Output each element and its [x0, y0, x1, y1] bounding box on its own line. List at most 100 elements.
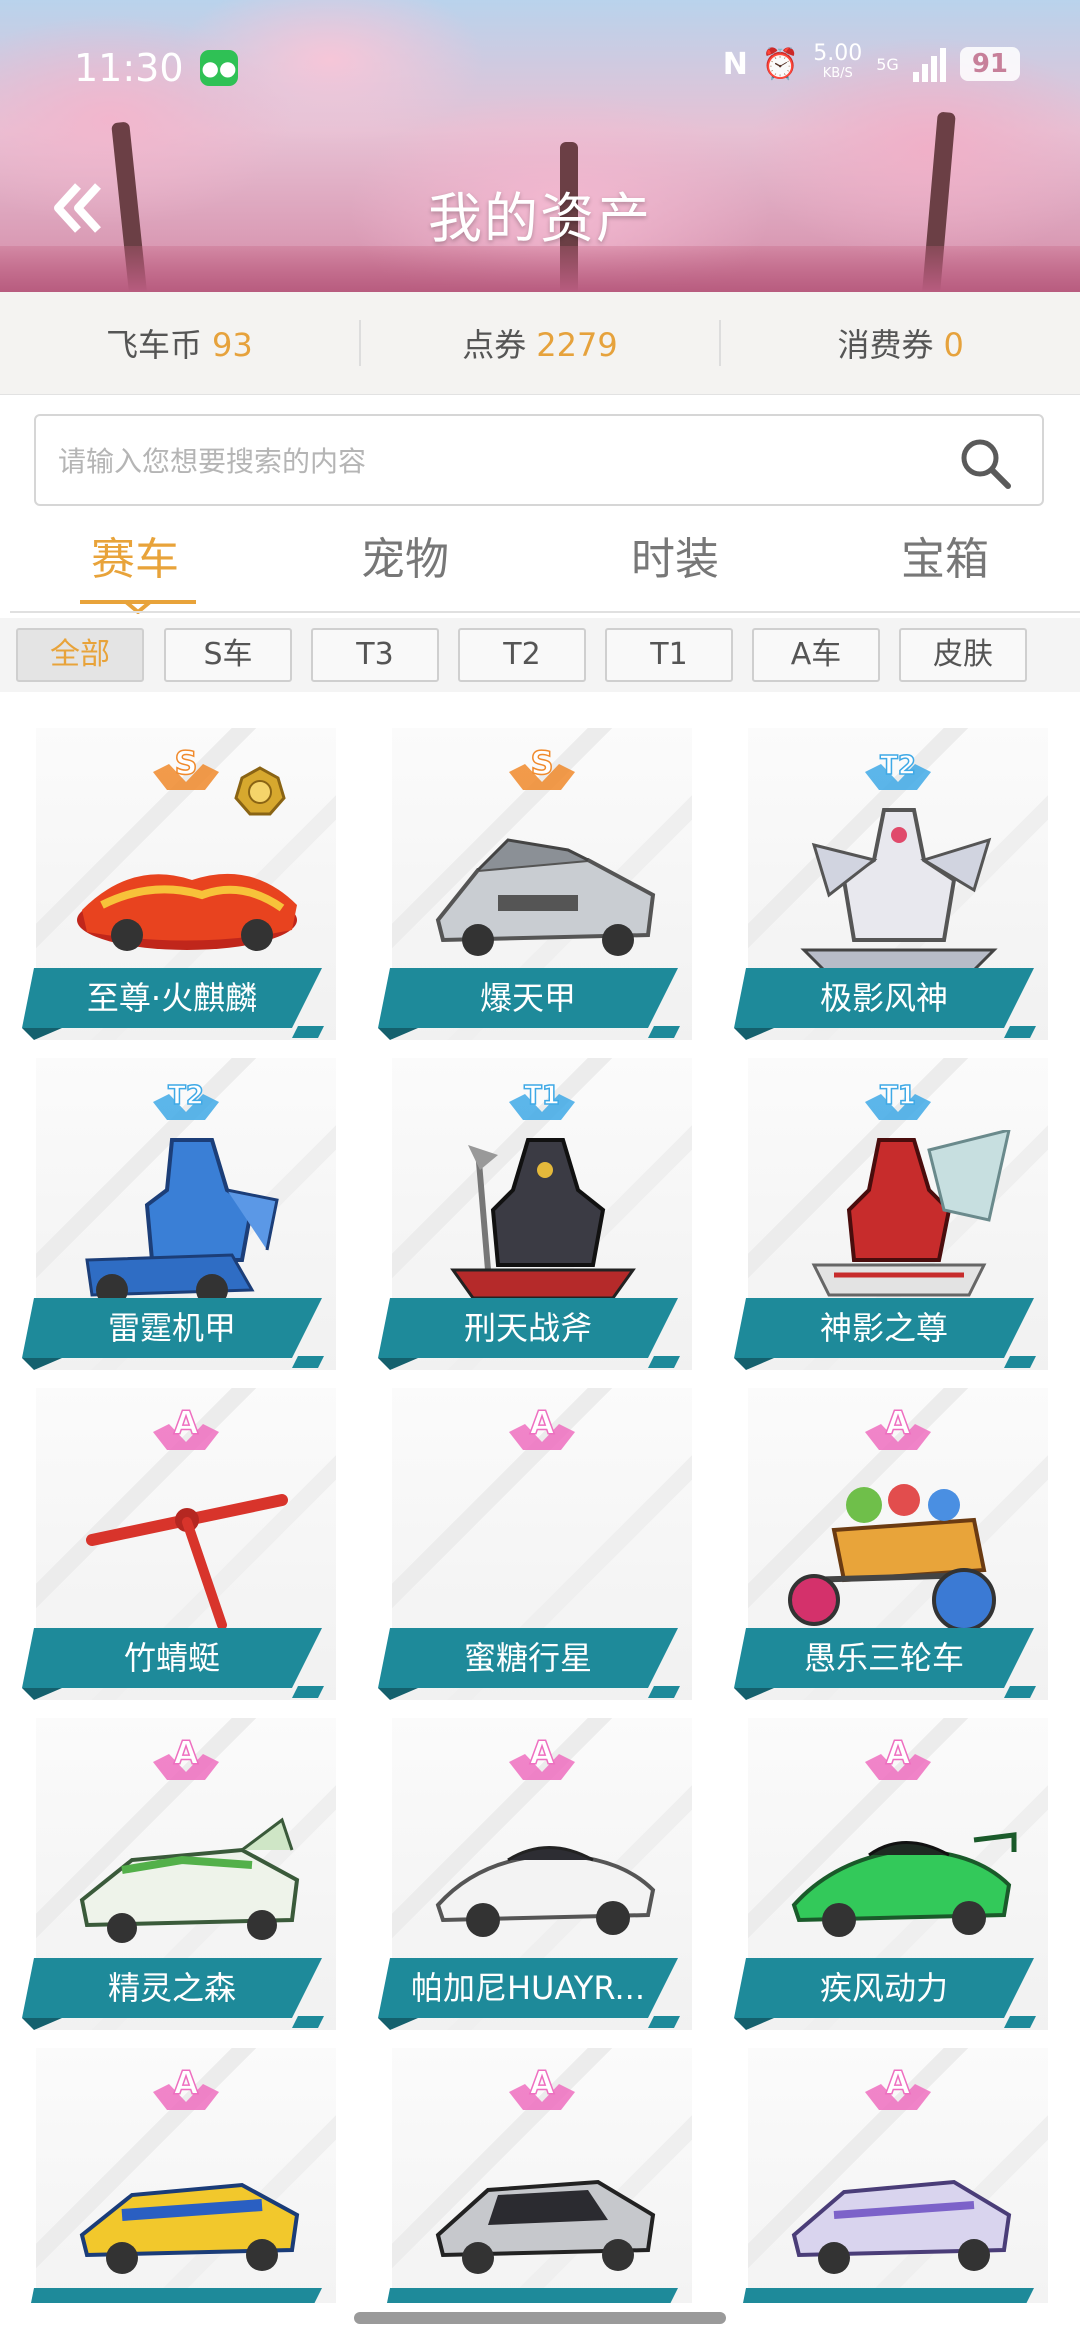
silver-black-racer-image — [435, 2179, 656, 2274]
green-white-racer-image — [79, 1817, 300, 1943]
svg-text:A: A — [174, 1734, 199, 1772]
rank-badge-icon: S — [509, 743, 575, 790]
car-card[interactable]: A 精灵之森 — [22, 1718, 336, 2030]
currency-bar: 飞车币 93 点券 2279 消费券 0 — [0, 292, 1080, 395]
header-banner: 11:30 ●● N ⏰ 5.00 KB/S 5G 91 我的资产 — [0, 0, 1080, 292]
car-card[interactable]: A 疾风动力 — [734, 1718, 1048, 2030]
net-speed: 5.00 KB/S — [813, 41, 863, 84]
white-mecha-car-image — [800, 808, 998, 970]
car-card[interactable]: A — [734, 2048, 1048, 2303]
rank-badge-icon: T1 — [865, 1080, 931, 1120]
home-indicator[interactable] — [354, 2312, 726, 2324]
car-card[interactable]: A 竹蜻蜓 — [22, 1388, 336, 1700]
svg-text:A: A — [886, 1404, 911, 1442]
network-type: 5G — [876, 54, 899, 74]
dark-mecha-car-image — [450, 1138, 636, 1300]
car-name — [378, 2288, 678, 2303]
car-name: 帕加尼HUAYR... — [410, 1969, 646, 2007]
wechat-icon: ●● — [200, 50, 238, 86]
tab-chests[interactable]: 宝箱 — [810, 520, 1080, 612]
filter-a-car[interactable]: A车 — [752, 628, 880, 682]
car-name: 愚乐三轮车 — [803, 1639, 964, 1677]
filter-all[interactable]: 全部 — [16, 628, 144, 682]
currency-vouchers: 消费券 0 — [721, 320, 1080, 366]
rank-badge-icon: A — [865, 1733, 931, 1780]
car-card[interactable]: A — [378, 2048, 692, 2303]
car-card[interactable]: S 至尊·火麒麟 — [22, 728, 336, 1040]
svg-text:A: A — [886, 1734, 911, 1772]
svg-text:S: S — [530, 744, 553, 782]
car-name: 竹蜻蜓 — [123, 1639, 220, 1677]
search-icon[interactable] — [958, 436, 1012, 490]
car-name: 神影之尊 — [819, 1309, 948, 1347]
car-name: 至尊·火麒麟 — [86, 979, 258, 1017]
currency-coins: 飞车币 93 — [0, 320, 359, 366]
svg-text:A: A — [530, 1404, 555, 1442]
filter-s-car[interactable]: S车 — [164, 628, 292, 682]
toy-tricycle-image — [788, 1484, 996, 1630]
search-box — [34, 414, 1044, 506]
alarm-icon: ⏰ — [761, 46, 800, 82]
filter-skin[interactable]: 皮肤 — [899, 628, 1027, 682]
tabs-divider — [10, 611, 1080, 613]
item-grid: S 至尊·火麒麟 S 爆天甲 T2 极影风神 T2 雷霆机甲 T1 刑天战斧 T1 神影之尊 A 竹蜻蜓 A… — [0, 728, 1080, 2303]
car-name: 蜜糖行星 — [463, 1639, 592, 1677]
rank-badge-icon: T2 — [865, 750, 931, 790]
silver-armored-car-image — [435, 838, 656, 956]
svg-text:S: S — [174, 744, 197, 782]
car-name: 精灵之森 — [107, 1969, 236, 2007]
rank-badge-icon: T2 — [153, 1080, 219, 1120]
car-card[interactable]: A 愚乐三轮车 — [734, 1388, 1048, 1700]
page-title: 我的资产 — [428, 187, 652, 250]
currency-value: 2279 — [536, 326, 618, 364]
signal-icon — [912, 46, 946, 82]
car-card[interactable]: T1 刑天战斧 — [378, 1058, 692, 1370]
filter-t1[interactable]: T1 — [605, 628, 733, 682]
status-time: 11:30 — [74, 46, 184, 90]
currency-value: 0 — [943, 326, 964, 364]
tab-fashion[interactable]: 时装 — [540, 520, 810, 612]
bamboo-copter-image — [86, 1494, 288, 1630]
car-card[interactable]: S 爆天甲 — [378, 728, 692, 1040]
net-speed-value: 5.00 — [813, 41, 863, 66]
rank-badge-icon: A — [865, 2063, 931, 2110]
car-card[interactable]: A 帕加尼HUAYR... — [378, 1718, 692, 2030]
tab-pets[interactable]: 宠物 — [270, 520, 540, 612]
svg-text:T1: T1 — [880, 1081, 916, 1111]
currency-label: 消费券 — [837, 326, 934, 364]
battery-indicator: 91 — [959, 47, 1020, 81]
car-card[interactable]: A 蜜糖行星 — [378, 1388, 692, 1700]
white-supercar-image — [435, 1846, 656, 1937]
rank-badge-icon: S — [153, 743, 219, 790]
currency-label: 飞车币 — [105, 326, 202, 364]
currency-points: 点券 2279 — [361, 320, 720, 366]
search-input[interactable] — [56, 416, 940, 506]
svg-text:T1: T1 — [524, 1081, 560, 1111]
svg-text:T2: T2 — [880, 751, 916, 781]
svg-text:A: A — [174, 1404, 199, 1442]
rank-badge-icon: A — [509, 2063, 575, 2110]
yellow-blue-racer-image — [79, 2182, 300, 2274]
filter-t2[interactable]: T2 — [458, 628, 586, 682]
green-supercar-image — [791, 1832, 1017, 1937]
svg-text:A: A — [886, 2064, 911, 2102]
car-name: 极影风神 — [819, 979, 948, 1017]
filter-t3[interactable]: T3 — [311, 628, 439, 682]
car-name: 疾风动力 — [819, 1969, 948, 2007]
car-card[interactable]: T2 雷霆机甲 — [22, 1058, 336, 1370]
car-name: 刑天战斧 — [463, 1309, 592, 1347]
car-card[interactable]: T2 极影风神 — [734, 728, 1048, 1040]
blue-mecha-car-image — [85, 1138, 279, 1300]
net-speed-unit: KB/S — [822, 66, 853, 81]
car-name: 雷霆机甲 — [107, 1309, 236, 1347]
car-card[interactable]: A — [22, 2048, 336, 2303]
car-card[interactable]: T1 神影之尊 — [734, 1058, 1048, 1370]
rank-badge-icon: T1 — [509, 1080, 575, 1120]
red-flame-car-image — [77, 873, 297, 951]
rank-badge-icon: A — [153, 1403, 219, 1450]
svg-text:A: A — [530, 1734, 555, 1772]
svg-text:A: A — [530, 2064, 555, 2102]
red-winged-mecha-car-image — [811, 1130, 1011, 1297]
empty-image — [418, 1460, 668, 1630]
car-name — [22, 2288, 322, 2303]
